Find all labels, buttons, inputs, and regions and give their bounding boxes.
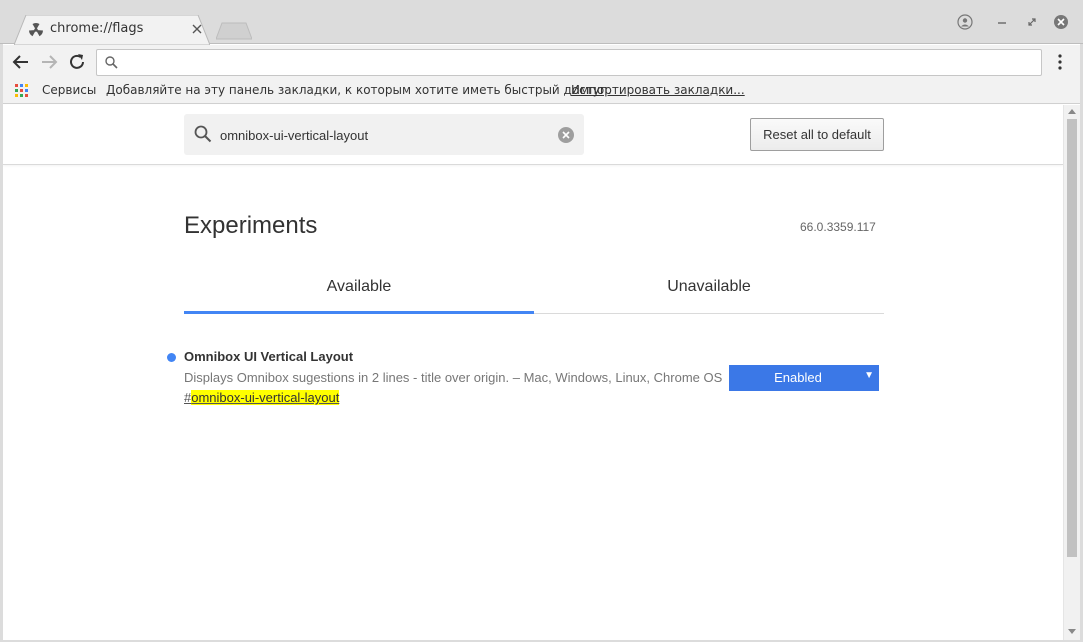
reload-icon[interactable] — [66, 51, 88, 73]
active-tab-indicator — [184, 311, 534, 314]
minimize-icon[interactable] — [994, 14, 1010, 30]
flag-state-select[interactable]: Enabled ▼ — [729, 365, 879, 391]
reset-all-button[interactable]: Reset all to default — [750, 118, 884, 151]
bookmarks-hint: Добавляйте на эту панель закладки, к кот… — [106, 83, 612, 97]
address-bar[interactable] — [96, 49, 1042, 76]
bookmarks-bar: Сервисы Добавляйте на эту панель закладк… — [0, 79, 1083, 104]
tab-close-icon[interactable] — [190, 22, 204, 36]
flag-id-highlight: omnibox-ui-vertical-layout — [191, 390, 340, 405]
radiation-favicon-icon — [29, 23, 43, 37]
clear-search-icon[interactable] — [557, 126, 575, 144]
flag-search-box[interactable] — [184, 114, 584, 155]
flag-entry: Omnibox UI Vertical Layout Displays Omni… — [163, 347, 883, 417]
flags-tabs: Available Unavailable — [184, 265, 884, 314]
flag-name: Omnibox UI Vertical Layout — [184, 349, 354, 364]
page-title: Experiments — [184, 212, 318, 239]
page-scrollbar[interactable] — [1063, 105, 1080, 640]
window-border-left — [0, 44, 3, 642]
scroll-down-icon[interactable] — [1068, 629, 1076, 635]
forward-icon[interactable] — [38, 51, 60, 73]
window-close-icon[interactable] — [1053, 14, 1069, 30]
scroll-up-icon[interactable] — [1068, 108, 1076, 114]
menu-icon[interactable] — [1052, 51, 1068, 73]
tab-unavailable[interactable]: Unavailable — [534, 265, 884, 313]
dropdown-arrow-icon: ▼ — [864, 370, 874, 381]
tab-available[interactable]: Available — [184, 265, 534, 313]
flag-search-input[interactable] — [220, 125, 540, 145]
restore-icon[interactable] — [1024, 14, 1040, 30]
browser-tab[interactable]: chrome://flags — [14, 15, 210, 45]
import-bookmarks-link[interactable]: Импортировать закладки... — [571, 83, 745, 97]
search-icon — [194, 125, 212, 143]
title-bar: chrome://flags — [0, 0, 1083, 45]
modified-dot — [167, 353, 176, 362]
tab-title: chrome://flags — [50, 21, 144, 36]
apps-icon[interactable] — [15, 84, 29, 98]
flags-header: Reset all to default — [3, 105, 1063, 165]
scrollbar-thumb[interactable] — [1067, 119, 1077, 557]
version-label: 66.0.3359.117 — [800, 220, 876, 234]
new-tab-button[interactable] — [216, 22, 252, 40]
toolbar — [0, 45, 1083, 79]
back-icon[interactable] — [10, 51, 32, 73]
search-icon — [105, 56, 118, 69]
profile-icon[interactable] — [957, 14, 973, 30]
flag-state-value: Enabled — [774, 370, 822, 385]
flags-page: Reset all to default Experiments 66.0.33… — [3, 105, 1063, 640]
apps-shortcut[interactable]: Сервисы — [42, 83, 96, 97]
flag-description: Displays Omnibox sugestions in 2 lines -… — [184, 370, 723, 385]
flag-permalink[interactable]: #omnibox-ui-vertical-layout — [184, 390, 340, 405]
